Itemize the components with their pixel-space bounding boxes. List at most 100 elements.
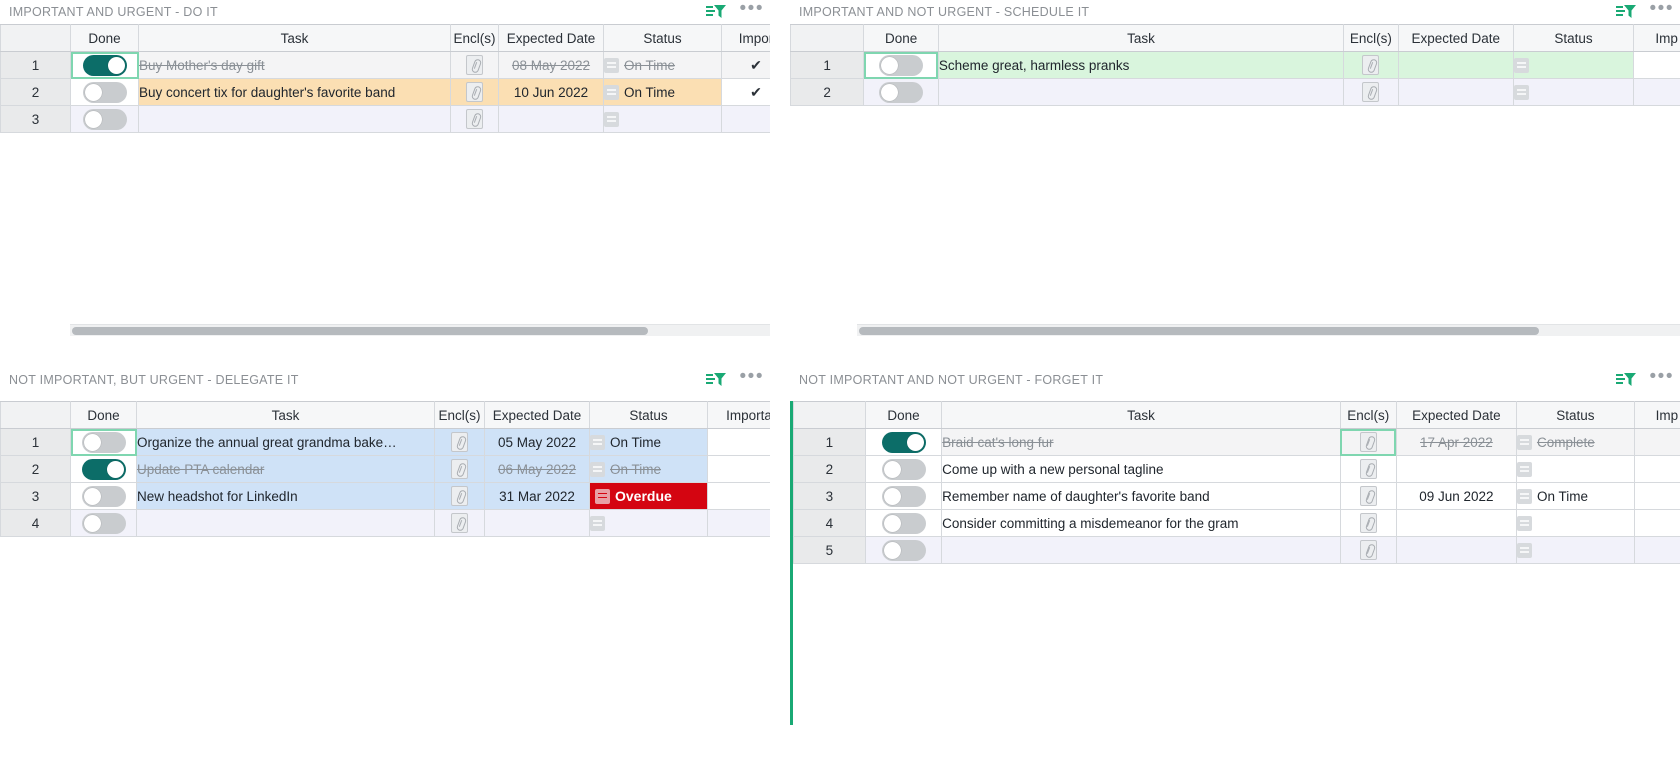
col-done[interactable]: Done <box>71 402 137 429</box>
col-rownum[interactable] <box>791 25 864 52</box>
paperclip-icon[interactable] <box>1362 82 1379 102</box>
paperclip-icon[interactable] <box>1360 513 1377 533</box>
cell-status[interactable] <box>1513 52 1633 79</box>
cell-done[interactable] <box>71 483 137 510</box>
scrollbar-thumb[interactable] <box>72 327 648 335</box>
col-status[interactable]: Status <box>604 25 722 52</box>
cell-rownum[interactable]: 4 <box>794 510 866 537</box>
done-toggle[interactable] <box>882 486 926 507</box>
cell-task[interactable]: Scheme great, harmless pranks <box>938 52 1343 79</box>
cell-done[interactable] <box>865 537 941 564</box>
cell-importance[interactable] <box>722 106 771 133</box>
cell-rownum[interactable]: 3 <box>794 483 866 510</box>
paperclip-icon[interactable] <box>451 459 468 479</box>
horizontal-scrollbar-q2[interactable] <box>857 324 1680 336</box>
paperclip-icon[interactable] <box>1360 540 1377 560</box>
col-task[interactable]: Task <box>137 402 435 429</box>
cell-enclosures[interactable] <box>1344 79 1399 106</box>
cell-expected-date[interactable]: 09 Jun 2022 <box>1396 483 1516 510</box>
done-toggle[interactable] <box>82 513 126 534</box>
col-rownum[interactable] <box>1 25 71 52</box>
col-encl[interactable]: Encl(s) <box>451 25 499 52</box>
more-options-icon[interactable]: ••• <box>740 372 764 389</box>
cell-expected-date[interactable] <box>1396 456 1516 483</box>
col-rownum[interactable] <box>794 402 866 429</box>
col-encl[interactable]: Encl(s) <box>1340 402 1396 429</box>
cell-rownum[interactable]: 1 <box>791 52 864 79</box>
cell-status[interactable]: Complete <box>1516 429 1634 456</box>
cell-rownum[interactable]: 1 <box>1 52 71 79</box>
col-importance[interactable]: Impor <box>722 25 771 52</box>
cell-importance[interactable] <box>1634 483 1680 510</box>
cell-expected-date[interactable]: 05 May 2022 <box>485 429 590 456</box>
paperclip-icon[interactable] <box>451 486 468 506</box>
cell-done[interactable] <box>71 106 139 133</box>
cell-done[interactable] <box>71 52 139 79</box>
done-toggle[interactable] <box>882 432 926 453</box>
cell-importance[interactable] <box>1634 52 1680 79</box>
filter-icon[interactable] <box>706 4 726 20</box>
col-date[interactable]: Expected Date <box>485 402 590 429</box>
cell-expected-date[interactable] <box>1398 79 1513 106</box>
table-row[interactable]: 5 <box>794 537 1680 564</box>
filter-icon[interactable] <box>1616 4 1636 20</box>
cell-enclosures[interactable] <box>1340 483 1396 510</box>
cell-expected-date[interactable] <box>499 106 604 133</box>
col-date[interactable]: Expected Date <box>1398 25 1513 52</box>
cell-expected-date[interactable]: 31 Mar 2022 <box>485 483 590 510</box>
cell-done[interactable] <box>865 429 941 456</box>
col-status[interactable]: Status <box>1516 402 1634 429</box>
cell-importance[interactable]: ✔ <box>722 79 771 106</box>
more-options-icon[interactable]: ••• <box>1650 372 1674 389</box>
cell-enclosures[interactable] <box>451 106 499 133</box>
cell-expected-date[interactable]: 10 Jun 2022 <box>499 79 604 106</box>
col-encl[interactable]: Encl(s) <box>435 402 485 429</box>
cell-task[interactable] <box>938 79 1343 106</box>
scrollbar-thumb[interactable] <box>859 327 1539 335</box>
cell-rownum[interactable]: 1 <box>794 429 866 456</box>
cell-status[interactable] <box>1516 510 1634 537</box>
done-toggle[interactable] <box>882 513 926 534</box>
cell-importance[interactable] <box>1634 456 1680 483</box>
cell-enclosures[interactable] <box>451 52 499 79</box>
table-row[interactable]: 1Organize the annual great grandma bake…… <box>1 429 771 456</box>
cell-expected-date[interactable]: 08 May 2022 <box>499 52 604 79</box>
table-row[interactable]: 1Buy Mother's day gift08 May 2022On Time… <box>1 52 771 79</box>
cell-importance[interactable] <box>1634 429 1680 456</box>
col-task[interactable]: Task <box>938 25 1343 52</box>
col-done[interactable]: Done <box>864 25 938 52</box>
cell-enclosures[interactable] <box>1340 456 1396 483</box>
done-toggle[interactable] <box>882 459 926 480</box>
done-toggle[interactable] <box>82 486 126 507</box>
cell-enclosures[interactable] <box>451 79 499 106</box>
table-row[interactable]: 3 Remember name of daughter's favorite ba… <box>794 483 1680 510</box>
paperclip-icon[interactable] <box>1360 486 1377 506</box>
cell-expected-date[interactable] <box>1396 537 1516 564</box>
cell-done[interactable] <box>71 510 137 537</box>
cell-expected-date[interactable] <box>1396 510 1516 537</box>
more-options-icon[interactable]: ••• <box>740 4 764 21</box>
cell-done[interactable] <box>865 510 941 537</box>
table-row[interactable]: 2Come up with a new personal tagline <box>794 456 1680 483</box>
cell-task[interactable]: Update PTA calendar <box>137 456 435 483</box>
cell-rownum[interactable]: 5 <box>794 537 866 564</box>
cell-enclosures[interactable] <box>1344 52 1399 79</box>
cell-rownum[interactable]: 3 <box>1 106 71 133</box>
cell-task[interactable]: Remember name of daughter's favorite ban… <box>942 483 1341 510</box>
col-status[interactable]: Status <box>1513 25 1633 52</box>
paperclip-icon[interactable] <box>1360 432 1377 452</box>
cell-status[interactable]: Overdue <box>590 483 708 510</box>
table-row[interactable]: 4Consider committing a misdemeanor for t… <box>794 510 1680 537</box>
done-toggle[interactable] <box>82 432 126 453</box>
col-date[interactable]: Expected Date <box>499 25 604 52</box>
cell-task[interactable]: Come up with a new personal tagline <box>942 456 1341 483</box>
cell-enclosures[interactable] <box>435 456 485 483</box>
cell-rownum[interactable]: 2 <box>1 456 71 483</box>
cell-rownum[interactable]: 3 <box>1 483 71 510</box>
cell-rownum[interactable]: 1 <box>1 429 71 456</box>
col-encl[interactable]: Encl(s) <box>1344 25 1399 52</box>
cell-rownum[interactable]: 4 <box>1 510 71 537</box>
cell-enclosures[interactable] <box>435 510 485 537</box>
table-row[interactable]: 1Braid cat's long fur17 Apr 2022Complete <box>794 429 1680 456</box>
cell-enclosures[interactable] <box>1340 510 1396 537</box>
